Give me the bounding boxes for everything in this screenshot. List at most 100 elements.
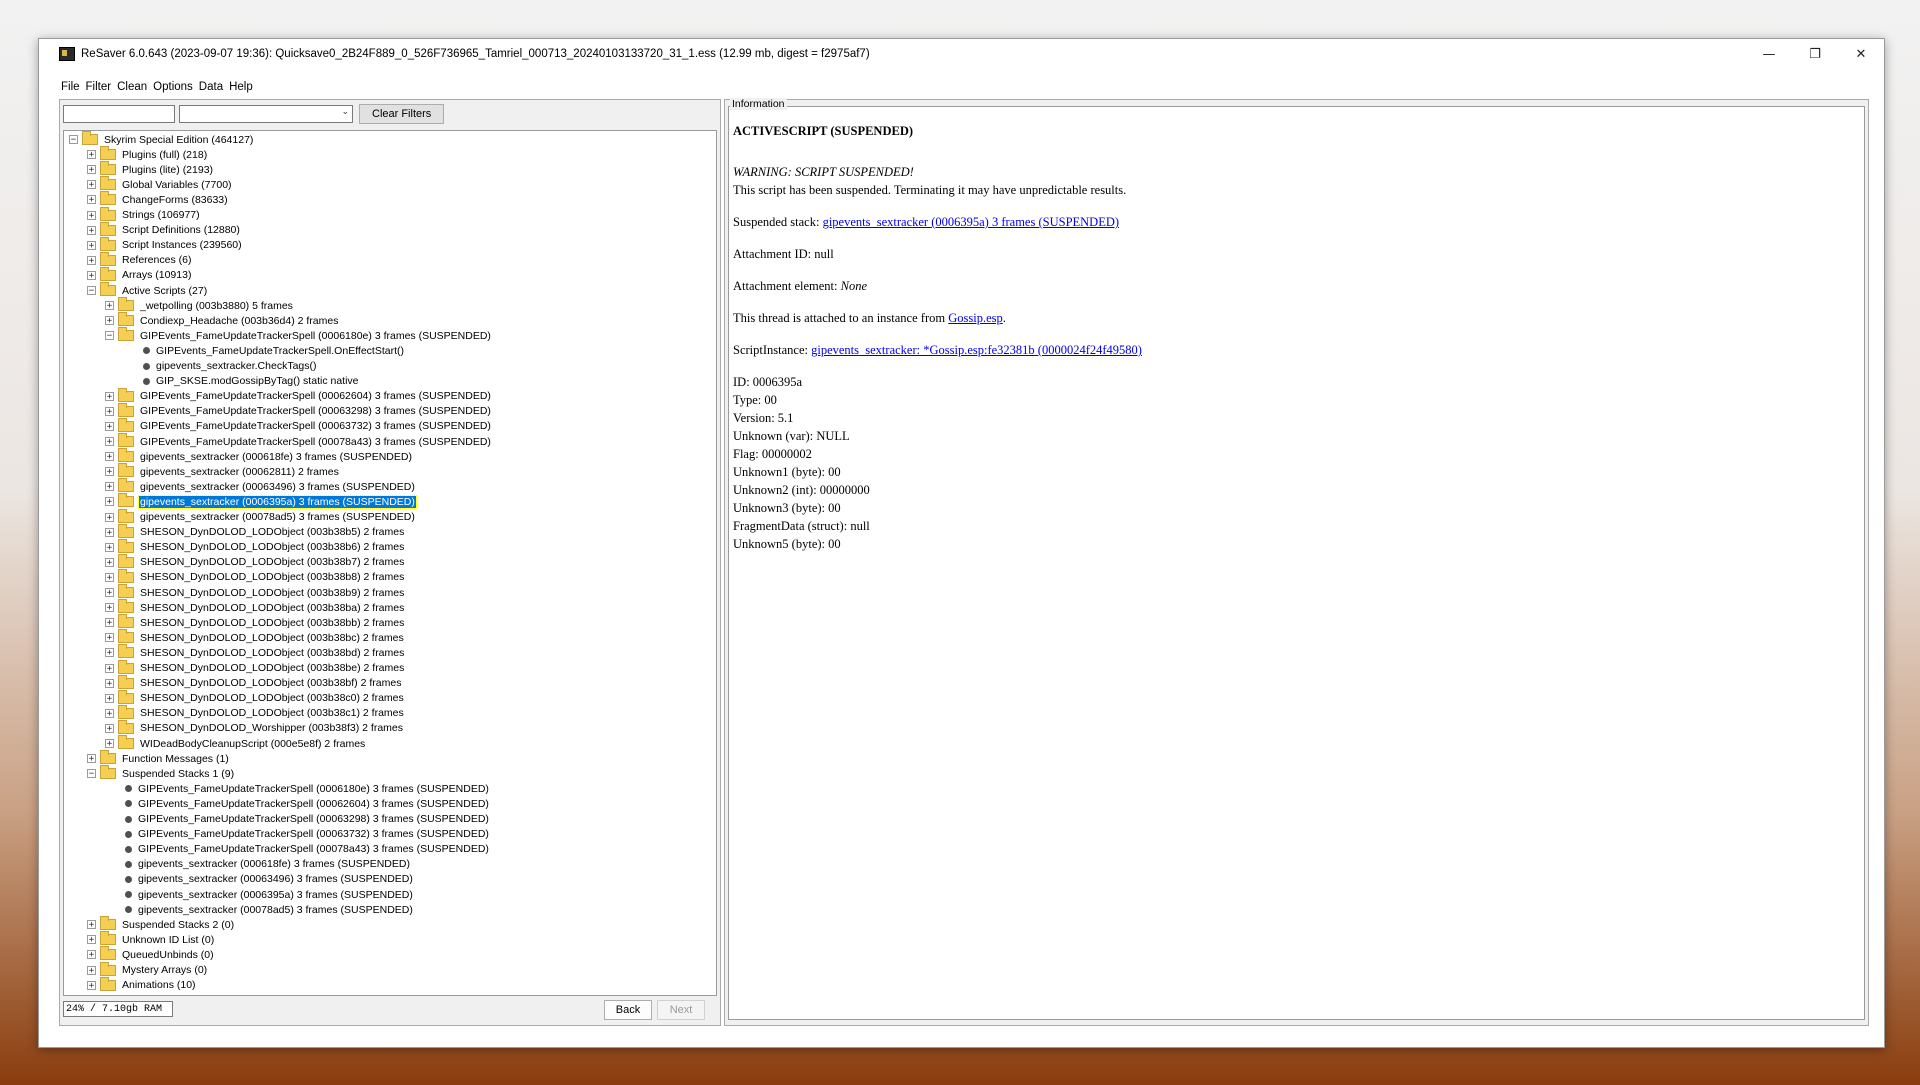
- expand-icon[interactable]: +: [105, 512, 114, 522]
- tree-node[interactable]: + ChangeForms (83633): [87, 191, 229, 207]
- expand-icon[interactable]: +: [87, 920, 96, 930]
- tree-node[interactable]: + SHESON_DynDOLOD_LODObject (003b38be) 2 …: [105, 659, 405, 676]
- expand-icon[interactable]: +: [105, 723, 114, 733]
- plugin-link[interactable]: Gossip.esp: [948, 311, 1003, 325]
- expand-icon[interactable]: +: [105, 437, 114, 447]
- tree-node[interactable]: + SHESON_DynDOLOD_LODObject (003b38b8) 2 …: [105, 568, 405, 585]
- tree-leaf[interactable]: GIPEvents_FameUpdateTrackerSpell.OnEffec…: [123, 343, 405, 358]
- tree-node[interactable]: + Suspended Stacks 2 (0): [87, 916, 235, 932]
- expand-icon[interactable]: +: [87, 195, 96, 205]
- expand-icon[interactable]: +: [87, 270, 96, 280]
- expand-icon[interactable]: +: [105, 301, 114, 311]
- expand-icon[interactable]: +: [87, 165, 96, 175]
- tree-node[interactable]: + Script Instances (239560): [87, 236, 243, 253]
- tree-node[interactable]: + Condiexp_Headache (003b36d4) 2 frames: [105, 312, 339, 328]
- tree-node[interactable]: + QueuedUnbinds (0): [87, 946, 215, 962]
- tree-node[interactable]: + Plugins (lite) (2193): [87, 161, 214, 177]
- expand-icon[interactable]: +: [87, 210, 96, 220]
- tree-leaf[interactable]: GIPEvents_FameUpdateTrackerSpell (000626…: [105, 796, 490, 811]
- expand-icon[interactable]: +: [105, 678, 114, 688]
- expand-icon[interactable]: +: [105, 316, 114, 326]
- tree-node[interactable]: + Plugins (full) (218): [87, 146, 208, 162]
- expand-icon[interactable]: +: [105, 391, 114, 401]
- suspended-stack-link[interactable]: gipevents_sextracker (0006395a) 3 frames…: [823, 215, 1119, 229]
- expand-icon[interactable]: +: [87, 935, 96, 945]
- script-instance-link[interactable]: gipevents_sextracker: *Gossip.esp:fe3238…: [811, 343, 1142, 357]
- tree-node[interactable]: + References (6): [87, 251, 192, 268]
- menu-clean[interactable]: Clean: [115, 81, 151, 97]
- expand-icon[interactable]: +: [87, 965, 96, 975]
- tree-node[interactable]: + SHESON_DynDOLOD_LODObject (003b38b6) 2 …: [105, 538, 405, 555]
- tree-node[interactable]: + GIPEvents_FameUpdateTrackerSpell (00062…: [105, 387, 492, 404]
- tree-leaf[interactable]: gipevents_sextracker (0006395a) 3 frames…: [105, 887, 414, 902]
- expand-icon[interactable]: +: [105, 497, 114, 507]
- minimize-button[interactable]: —: [1746, 39, 1792, 69]
- tree-node[interactable]: + Function Messages (1): [87, 750, 230, 766]
- expand-icon[interactable]: +: [105, 603, 114, 613]
- tree-node[interactable]: − Skyrim Special Edition (464127): [69, 131, 254, 147]
- tree-node[interactable]: + Arrays (10913): [87, 266, 192, 283]
- expand-icon[interactable]: +: [105, 527, 114, 537]
- tree-node[interactable]: + gipevents_sextracker (00062811) 2 frame…: [105, 463, 340, 479]
- tree-node[interactable]: + gipevents_sextracker (0006395a) 3 frame…: [105, 493, 417, 509]
- expand-icon[interactable]: +: [105, 588, 114, 598]
- expand-icon[interactable]: +: [87, 255, 96, 265]
- tree-node[interactable]: + Script Definitions (12880): [87, 221, 241, 238]
- save-tree[interactable]: − Skyrim Special Edition (464127) + Plugins…: [63, 130, 717, 996]
- tree-leaf[interactable]: GIP_SKSE.modGossipByTag() static native: [123, 374, 360, 389]
- menu-filter[interactable]: Filter: [84, 81, 116, 97]
- tree-leaf[interactable]: GIPEvents_FameUpdateTrackerSpell (000632…: [105, 812, 490, 827]
- tree-leaf[interactable]: gipevents_sextracker (000618fe) 3 frames…: [105, 857, 411, 872]
- expand-icon[interactable]: +: [105, 467, 114, 477]
- tree-node[interactable]: + SHESON_DynDOLOD_LODObject (003b38b7) 2 …: [105, 553, 405, 570]
- tree-node[interactable]: + SHESON_DynDOLOD_LODObject (003b38b5) 2 …: [105, 523, 405, 540]
- tree-node[interactable]: + Global Variables (7700): [87, 176, 233, 192]
- tree-node[interactable]: + SHESON_DynDOLOD_LODObject (003b38bb) 2 …: [105, 614, 405, 630]
- tree-node[interactable]: + GIPEvents_FameUpdateTrackerSpell (00078…: [105, 433, 492, 449]
- expand-icon[interactable]: +: [105, 557, 114, 567]
- expand-icon[interactable]: +: [105, 542, 114, 552]
- tree-node[interactable]: + SHESON_DynDOLOD_LODObject (003b38c1) 2 …: [105, 704, 405, 721]
- tree-node[interactable]: + SHESON_DynDOLOD_Worshipper (003b38f3) 2…: [105, 719, 404, 736]
- expand-icon[interactable]: +: [105, 633, 114, 643]
- expand-icon[interactable]: +: [87, 180, 96, 190]
- tree-leaf[interactable]: gipevents_sextracker (00078ad5) 3 frames…: [105, 902, 414, 917]
- tree-node[interactable]: + GIPEvents_FameUpdateTrackerSpell (00063…: [105, 402, 492, 419]
- tree-node[interactable]: + GIPEvents_FameUpdateTrackerSpell (00063…: [105, 417, 492, 434]
- tree-node[interactable]: + gipevents_sextracker (00078ad5) 3 frame…: [105, 508, 416, 525]
- tree-node[interactable]: − Active Scripts (27): [87, 282, 208, 298]
- expand-icon[interactable]: +: [105, 739, 114, 749]
- menu-help[interactable]: Help: [227, 81, 257, 97]
- tree-node[interactable]: + Unknown ID List (0): [87, 931, 215, 947]
- tree-node[interactable]: + gipevents_sextracker (00063496) 3 frame…: [105, 478, 416, 494]
- filter-text-input[interactable]: [63, 105, 175, 123]
- collapse-icon[interactable]: −: [87, 769, 96, 779]
- tree-leaf[interactable]: GIPEvents_FameUpdateTrackerSpell (000637…: [105, 827, 490, 842]
- tree-node[interactable]: + Strings (106977): [87, 206, 201, 223]
- expand-icon[interactable]: +: [87, 225, 96, 235]
- tree-node[interactable]: + SHESON_DynDOLOD_LODObject (003b38c0) 2 …: [105, 689, 405, 706]
- expand-icon[interactable]: +: [105, 452, 114, 462]
- tree-leaf[interactable]: GIPEvents_FameUpdateTrackerSpell (00078a…: [105, 842, 490, 857]
- tree-leaf[interactable]: gipevents_sextracker.CheckTags(): [123, 359, 318, 374]
- back-button[interactable]: Back: [604, 1000, 652, 1020]
- tree-node[interactable]: + Mystery Arrays (0): [87, 961, 208, 978]
- expand-icon[interactable]: +: [105, 618, 114, 628]
- expand-icon[interactable]: +: [105, 693, 114, 703]
- tree-node[interactable]: + WIDeadBodyCleanupScript (000e5e8f) 2 fr…: [105, 735, 366, 751]
- tree-node[interactable]: + SHESON_DynDOLOD_LODObject (003b38b9) 2 …: [105, 584, 405, 600]
- tree-leaf[interactable]: gipevents_sextracker (00063496) 3 frames…: [105, 872, 414, 887]
- tree-node[interactable]: + Animations (10): [87, 976, 197, 993]
- expand-icon[interactable]: +: [105, 406, 114, 416]
- tree-node[interactable]: + gipevents_sextracker (000618fe) 3 frame…: [105, 448, 413, 464]
- collapse-icon[interactable]: −: [69, 135, 78, 145]
- tree-node[interactable]: + SHESON_DynDOLOD_LODObject (003b38bc) 2 …: [105, 629, 405, 645]
- close-button[interactable]: ✕: [1838, 39, 1884, 69]
- collapse-icon[interactable]: −: [105, 331, 114, 341]
- restore-button[interactable]: ❐: [1792, 39, 1838, 69]
- expand-icon[interactable]: +: [87, 754, 96, 764]
- expand-icon[interactable]: +: [105, 648, 114, 658]
- expand-icon[interactable]: +: [87, 150, 96, 160]
- next-button[interactable]: Next: [657, 1000, 705, 1020]
- tree-node[interactable]: − GIPEvents_FameUpdateTrackerSpell (00061…: [105, 327, 492, 343]
